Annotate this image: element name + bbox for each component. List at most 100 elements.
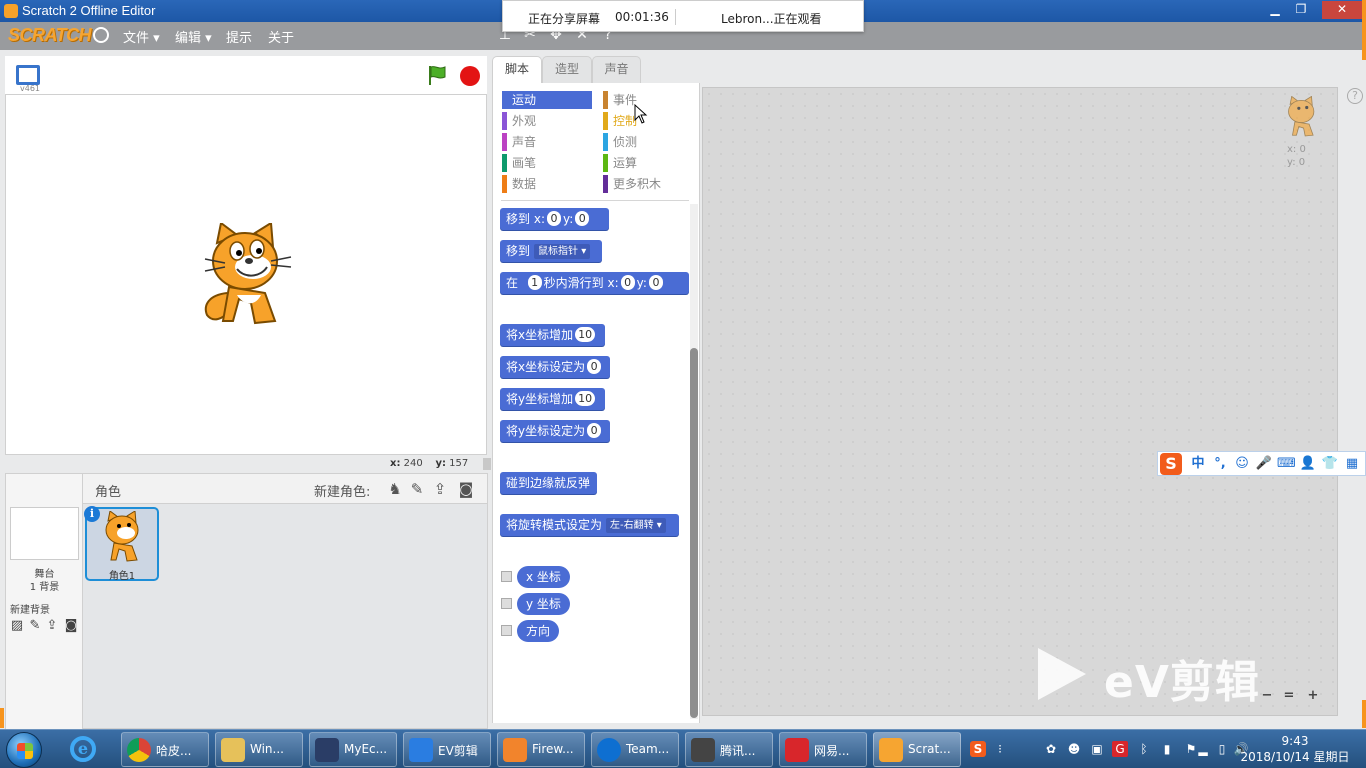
category-operators[interactable]: 运算 — [603, 154, 693, 172]
upload-sprite-icon[interactable]: ⇪ — [431, 480, 449, 498]
block-input-value[interactable]: 10 — [575, 327, 596, 342]
sogou-tray-icon[interactable]: S — [970, 741, 986, 757]
ime-menu-icon[interactable]: ▦ — [1343, 455, 1361, 473]
ie-browser-icon[interactable]: e — [62, 732, 104, 767]
stage-canvas[interactable] — [5, 94, 487, 455]
system-clock[interactable]: 9:43 2018/10/14 星期日 — [1240, 733, 1350, 765]
close-button[interactable]: ✕ — [1322, 1, 1362, 19]
taskbar-app-tencent[interactable]: 腾讯... — [685, 732, 773, 767]
category-sensing[interactable]: 侦测 — [603, 133, 693, 151]
network-device-icon[interactable]: ▣ — [1089, 741, 1105, 757]
fullscreen-icon[interactable] — [16, 65, 40, 85]
block-goto-target[interactable]: 移到 鼠标指针 ▾ — [500, 240, 602, 262]
taskbar-app-evcapture[interactable]: EV剪辑 — [403, 732, 491, 767]
category-sound[interactable]: 声音 — [502, 133, 592, 151]
menu-file[interactable]: 文件 ▾ — [123, 27, 160, 46]
flower-tray-icon[interactable]: ✿ — [1043, 741, 1059, 757]
palette-scrollbar[interactable] — [690, 204, 698, 719]
block-input-value[interactable]: 0 — [587, 423, 602, 438]
sprite-info-icon[interactable]: i — [84, 506, 100, 522]
taskbar-app-fireworks[interactable]: Firew... — [497, 732, 585, 767]
reporter-direction[interactable]: 方向 — [517, 620, 560, 642]
camera-backdrop-icon[interactable]: ◙ — [63, 619, 79, 633]
block-input-secs[interactable]: 1 — [527, 275, 542, 290]
block-set-y[interactable]: 将y坐标设定为 0 — [500, 420, 610, 442]
taskbar-app-scratch[interactable]: Scrat... — [873, 732, 961, 767]
ime-punct-icon[interactable]: °, — [1211, 455, 1229, 473]
category-events[interactable]: 事件 — [603, 91, 693, 109]
sprite-thumbnail[interactable]: i 角色1 — [84, 506, 159, 582]
tab-costumes[interactable]: 造型 — [542, 56, 592, 83]
help-icon[interactable]: ? — [1347, 88, 1363, 104]
block-rotation-style[interactable]: 将旋转模式设定为 左-右翻转 ▾ — [500, 514, 679, 536]
taskbar-app-myeclipse[interactable]: MyEc... — [309, 732, 397, 767]
battery-icon[interactable]: ▯ — [1214, 741, 1230, 757]
scrollbar-thumb[interactable] — [690, 348, 698, 718]
taskbar-app-explorer[interactable]: Win... — [215, 732, 303, 767]
tab-sounds[interactable]: 声音 — [592, 56, 641, 83]
ime-user-icon[interactable]: 👤 — [1299, 455, 1317, 473]
taskbar-app-youdao[interactable]: 网易... — [779, 732, 867, 767]
paint-new-sprite-icon[interactable]: ✎ — [408, 480, 426, 498]
green-flag-icon[interactable] — [426, 64, 448, 86]
block-dropdown-rotation[interactable]: 左-右翻转 ▾ — [606, 518, 666, 533]
zoom-in-icon[interactable]: + — [1305, 688, 1321, 704]
start-button[interactable] — [6, 732, 42, 768]
block-input-value[interactable]: 0 — [587, 359, 602, 374]
upload-backdrop-icon[interactable]: ⇪ — [44, 619, 60, 633]
block-input-y[interactable]: 0 — [575, 211, 590, 226]
scratch-logo[interactable]: SCRATCH — [8, 25, 92, 46]
stage-thumbnail[interactable] — [10, 507, 79, 560]
checkbox-direction[interactable] — [501, 625, 512, 636]
bluetooth-icon[interactable]: ᛒ — [1136, 741, 1152, 757]
reporter-y-position[interactable]: y 坐标 — [517, 593, 570, 615]
minimize-button[interactable]: ▁ — [1262, 1, 1288, 19]
choose-sprite-library-icon[interactable]: ♞ — [386, 480, 404, 498]
block-input-x[interactable]: 0 — [547, 211, 561, 226]
signal-strength-icon[interactable]: ▂ — [1195, 741, 1211, 757]
block-bounce[interactable]: 碰到边缘就反弹 — [500, 472, 597, 494]
category-data[interactable]: 数据 — [502, 175, 592, 193]
ime-keyboard-icon[interactable]: ⌨ — [1277, 455, 1296, 473]
sogou-logo-icon[interactable]: S — [1160, 453, 1182, 475]
block-input-y[interactable]: 0 — [648, 275, 663, 290]
ime-voice-icon[interactable]: 🎤 — [1255, 455, 1273, 473]
category-motion[interactable]: 运动 — [502, 91, 592, 109]
scratch-cat-sprite[interactable] — [199, 223, 295, 327]
taskbar-app-teamviewer[interactable]: Team... — [591, 732, 679, 767]
menu-tips[interactable]: 提示 — [226, 27, 252, 46]
reporter-x-position[interactable]: x 坐标 — [517, 566, 570, 588]
script-area[interactable] — [702, 87, 1338, 716]
language-globe-icon[interactable] — [93, 27, 109, 43]
checkbox-y-position[interactable] — [501, 598, 512, 609]
ime-skin-icon[interactable]: 👕 — [1321, 455, 1339, 473]
category-looks[interactable]: 外观 — [502, 112, 592, 130]
ime-emoji-icon[interactable]: ☺ — [1233, 455, 1251, 473]
tray-expand-icon[interactable]: ⁝ — [992, 741, 1008, 757]
menu-edit[interactable]: 编辑 ▾ — [175, 27, 212, 46]
qq-tray-icon[interactable]: ☻ — [1066, 741, 1082, 757]
backdrop-library-icon[interactable]: ▨ — [9, 619, 25, 633]
category-more-blocks[interactable]: 更多积木 — [603, 175, 693, 193]
checkbox-x-position[interactable] — [501, 571, 512, 582]
block-glide[interactable]: 在 1 秒内滑行到 x: 0 y: 0 — [500, 272, 689, 294]
security-tray-icon[interactable]: G — [1112, 741, 1128, 757]
category-pen[interactable]: 画笔 — [502, 154, 592, 172]
collapse-stage-handle[interactable] — [483, 458, 491, 470]
block-change-x[interactable]: 将x坐标增加 10 — [500, 324, 605, 346]
menu-about[interactable]: 关于 — [268, 27, 294, 46]
block-goto-xy[interactable]: 移到 x: 0 y: 0 — [500, 208, 609, 230]
tab-scripts[interactable]: 脚本 — [492, 56, 542, 84]
block-dropdown-target[interactable]: 鼠标指针 ▾ — [534, 244, 591, 259]
paint-backdrop-icon[interactable]: ✎ — [27, 619, 43, 633]
camera-sprite-icon[interactable]: ◙ — [457, 480, 475, 498]
block-change-y[interactable]: 将y坐标增加 10 — [500, 388, 605, 410]
maximize-button[interactable]: ❐ — [1288, 1, 1314, 19]
block-input-value[interactable]: 10 — [575, 391, 596, 406]
stop-sign-icon[interactable] — [460, 66, 480, 86]
ime-lang-icon[interactable]: 中 — [1189, 455, 1207, 473]
taskbar-app-chrome[interactable]: 哈皮... — [121, 732, 209, 767]
block-input-x[interactable]: 0 — [620, 275, 635, 290]
category-control[interactable]: 控制 — [603, 112, 693, 130]
usb-device-icon[interactable]: ▮ — [1159, 741, 1175, 757]
